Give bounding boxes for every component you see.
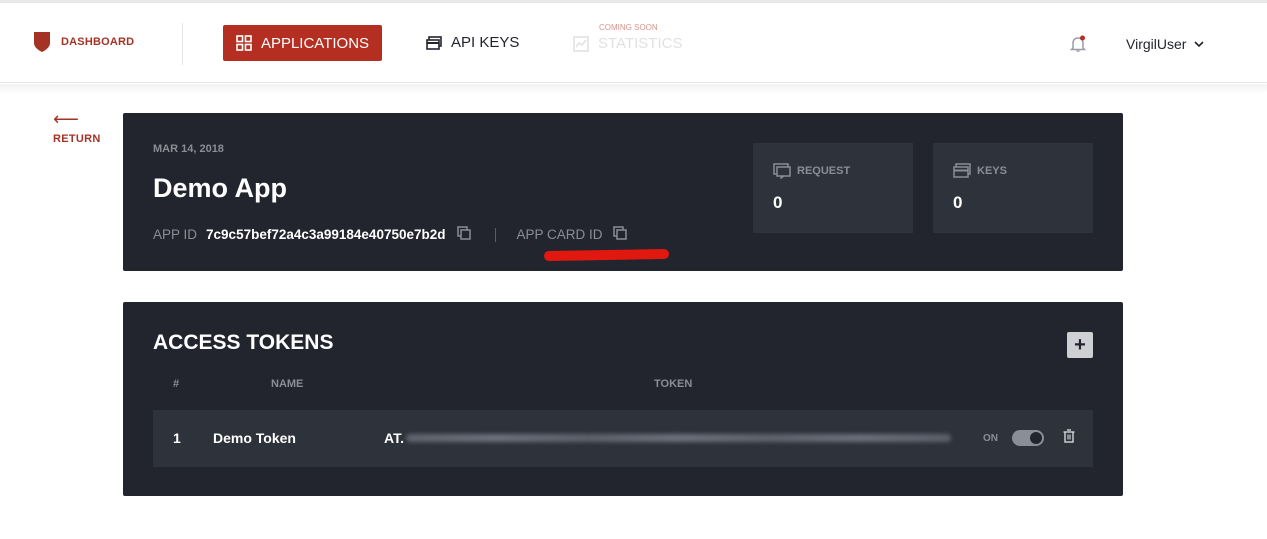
token-name: Demo Token (213, 430, 296, 446)
column-header-name: NAME (271, 378, 304, 390)
request-value: 0 (773, 193, 783, 212)
user-menu[interactable]: VirgilUser (1126, 36, 1205, 52)
keys-stat-box: KEYS 0 (933, 143, 1093, 233)
token-prefix: AT. (384, 430, 404, 446)
keys-value: 0 (953, 193, 963, 212)
copy-app-card-id-icon[interactable] (612, 226, 627, 243)
table-row: 1 Demo Token AT. ON (153, 410, 1093, 467)
request-stat-box: REQUEST 0 (753, 143, 913, 233)
notifications-button[interactable] (1069, 35, 1087, 58)
access-tokens-title: ACCESS TOKENS (153, 331, 334, 354)
token-status-label: ON (983, 433, 998, 444)
column-header-token: TOKEN (654, 378, 693, 390)
token-number: 1 (173, 430, 181, 446)
token-blurred-value (405, 434, 951, 442)
chart-icon (573, 35, 589, 52)
dashboard-label: DASHBOARD (61, 36, 135, 48)
request-label: REQUEST (797, 165, 851, 177)
navbar-shadow (0, 84, 1267, 94)
dashboard-logo[interactable]: DASHBOARD (33, 31, 134, 53)
nav-statistics-label: STATISTICS (598, 35, 683, 52)
chat-bubble-icon (773, 163, 791, 179)
key-card-icon (426, 35, 442, 50)
grid-icon (236, 35, 252, 51)
app-details-card: MAR 14, 2018 Demo App APP ID 7c9c57bef72… (123, 113, 1123, 271)
key-card-icon (953, 163, 971, 178)
copy-app-id-icon[interactable] (456, 226, 471, 243)
nav-applications-label: APPLICATIONS (260, 34, 370, 52)
app-id-label: APP ID (153, 227, 198, 242)
nav-divider (182, 23, 183, 65)
add-token-button[interactable]: + (1067, 332, 1093, 358)
access-tokens-card: ACCESS TOKENS + # NAME TOKEN 1 Demo Toke… (123, 302, 1123, 496)
bell-icon (1069, 35, 1087, 52)
app-card-id-label: APP CARD ID (516, 227, 603, 242)
red-highlight-annotation (543, 248, 670, 262)
app-title: Demo App (153, 173, 287, 203)
token-value: AT. (384, 430, 951, 446)
app-id-row: APP ID 7c9c57bef72a4c3a99184e40750e7b2d … (153, 226, 627, 243)
column-header-number: # (173, 378, 180, 390)
nav-applications-button[interactable]: APPLICATIONS (223, 25, 382, 61)
trash-icon (1063, 429, 1075, 443)
return-button[interactable]: ⟵ RETURN (53, 110, 101, 145)
nav-api-keys-label: API KEYS (451, 34, 520, 51)
app-date: MAR 14, 2018 (153, 143, 224, 155)
id-separator (494, 227, 496, 242)
toggle-knob (1030, 432, 1042, 444)
token-enabled-toggle[interactable] (1012, 430, 1044, 446)
top-navbar: DASHBOARD APPLICATIONS API KEYS COMING S… (0, 3, 1267, 83)
shield-icon (34, 32, 50, 52)
keys-label: KEYS (977, 164, 1007, 177)
arrow-left-icon: ⟵ (53, 109, 79, 129)
coming-soon-badge: COMING SOON (599, 23, 658, 32)
return-label: RETURN (53, 133, 101, 145)
delete-token-button[interactable] (1063, 429, 1075, 448)
chevron-down-icon (1194, 41, 1205, 48)
user-name: VirgilUser (1126, 36, 1187, 52)
nav-api-keys-link[interactable]: API KEYS (426, 34, 519, 51)
app-id-value: 7c9c57bef72a4c3a99184e40750e7b2d (206, 227, 446, 242)
